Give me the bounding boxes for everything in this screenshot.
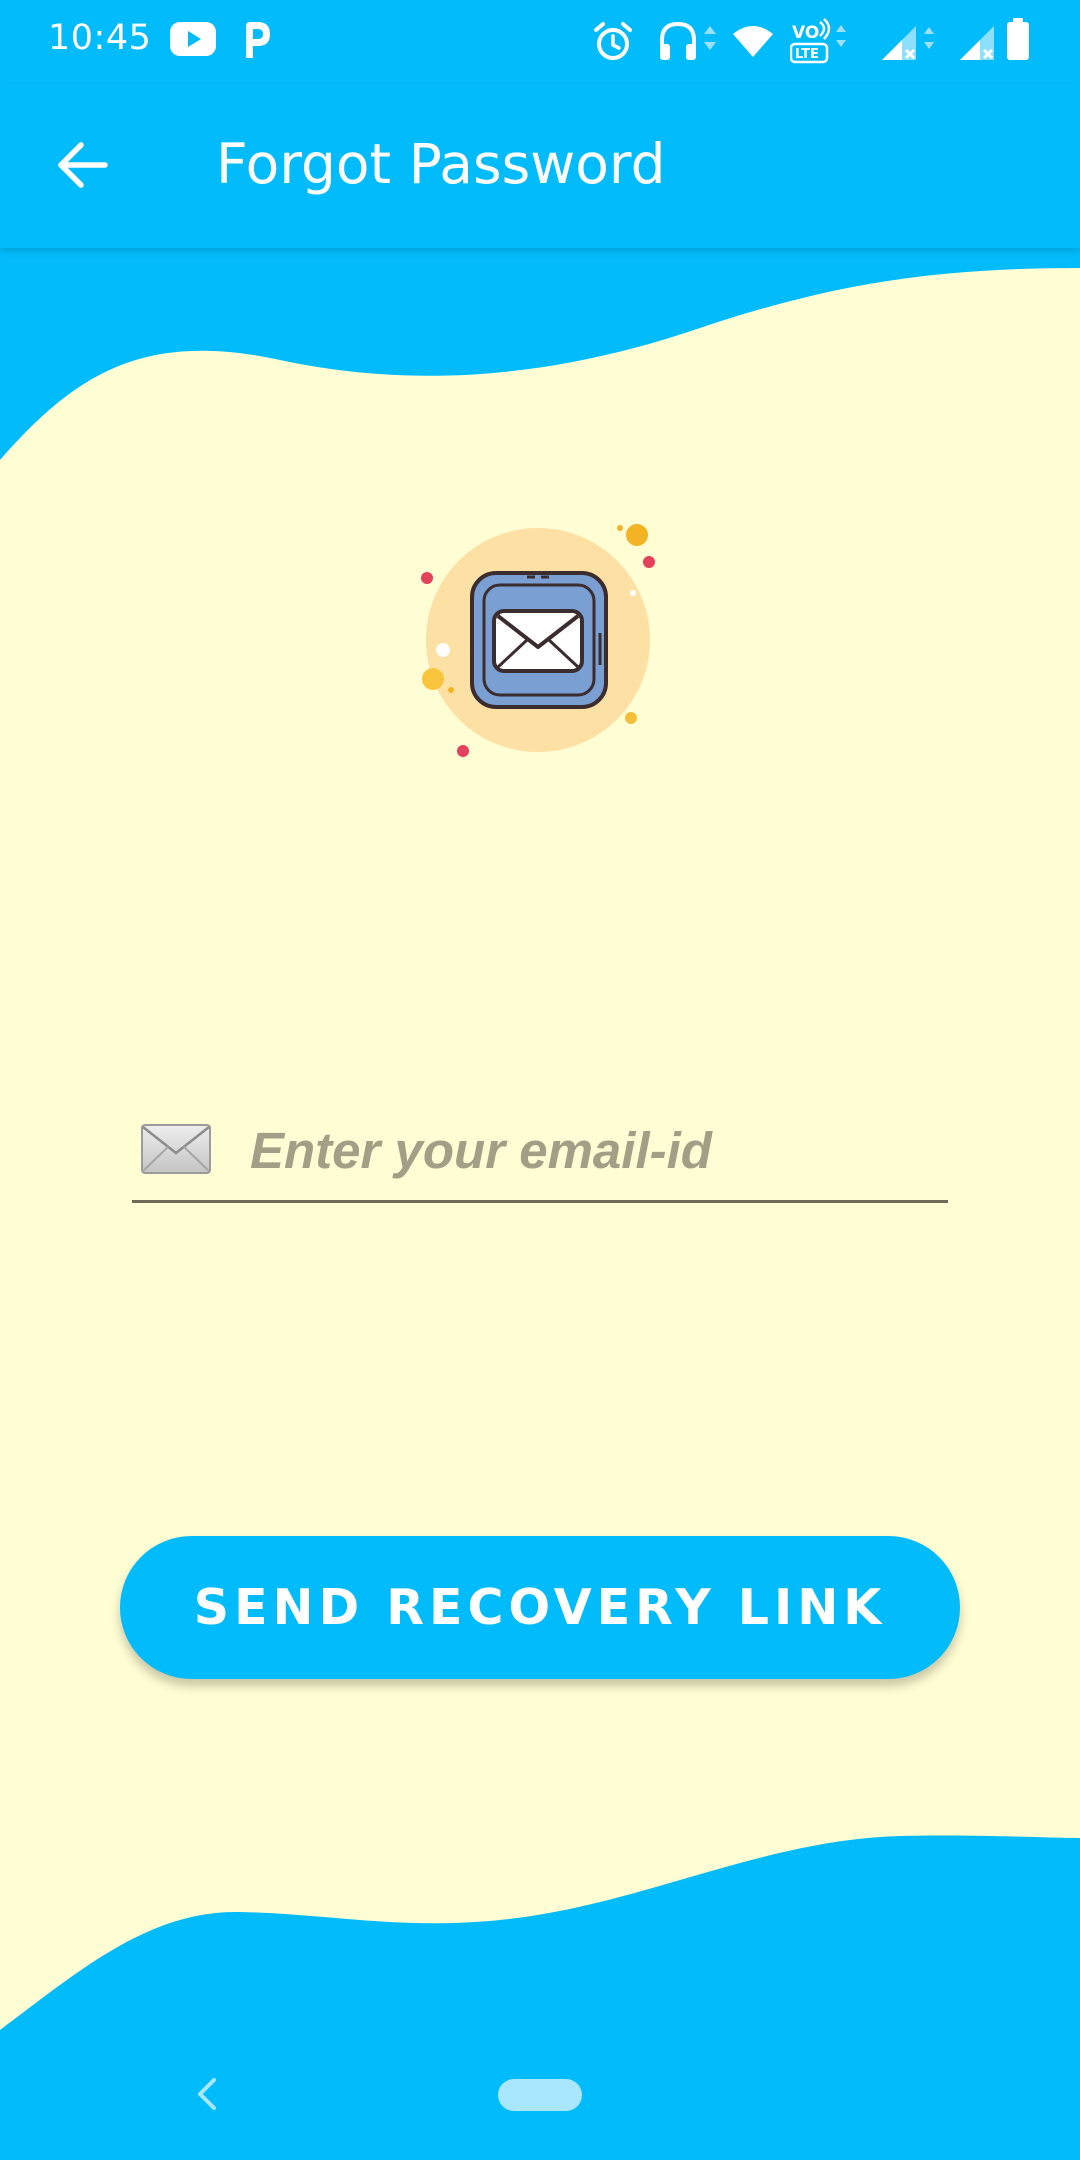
alarm-icon [592,21,634,63]
signal-icon [880,20,940,62]
signal-icon [958,20,998,62]
app-bar: Forgot Password [0,84,1080,248]
parking-icon [240,20,274,60]
home-pill-icon[interactable] [498,2079,582,2111]
top-wave-decoration [0,248,1080,460]
back-button[interactable] [40,128,126,206]
battery-icon [1006,18,1030,60]
send-recovery-link-button[interactable]: SEND RECOVERY LINK [120,1536,960,1679]
svg-text:LTE: LTE [795,47,819,62]
headphones-icon [658,20,718,62]
status-time: 10:45 [48,18,152,58]
nav-back-icon[interactable] [186,2072,230,2116]
wifi-icon [732,24,774,58]
youtube-icon [170,22,216,56]
mail-envelope-icon [421,524,655,757]
send-recovery-link-label: SEND RECOVERY LINK [193,1579,887,1636]
status-bar: 10:45 VO LTE [0,0,1080,84]
svg-text:VO: VO [792,23,819,43]
page-title: Forgot Password [216,132,666,196]
email-field [132,1105,948,1203]
volte-icon: VO LTE [790,18,854,64]
envelope-icon [140,1123,212,1175]
email-input[interactable] [250,1105,940,1195]
arrow-left-icon [55,141,111,194]
